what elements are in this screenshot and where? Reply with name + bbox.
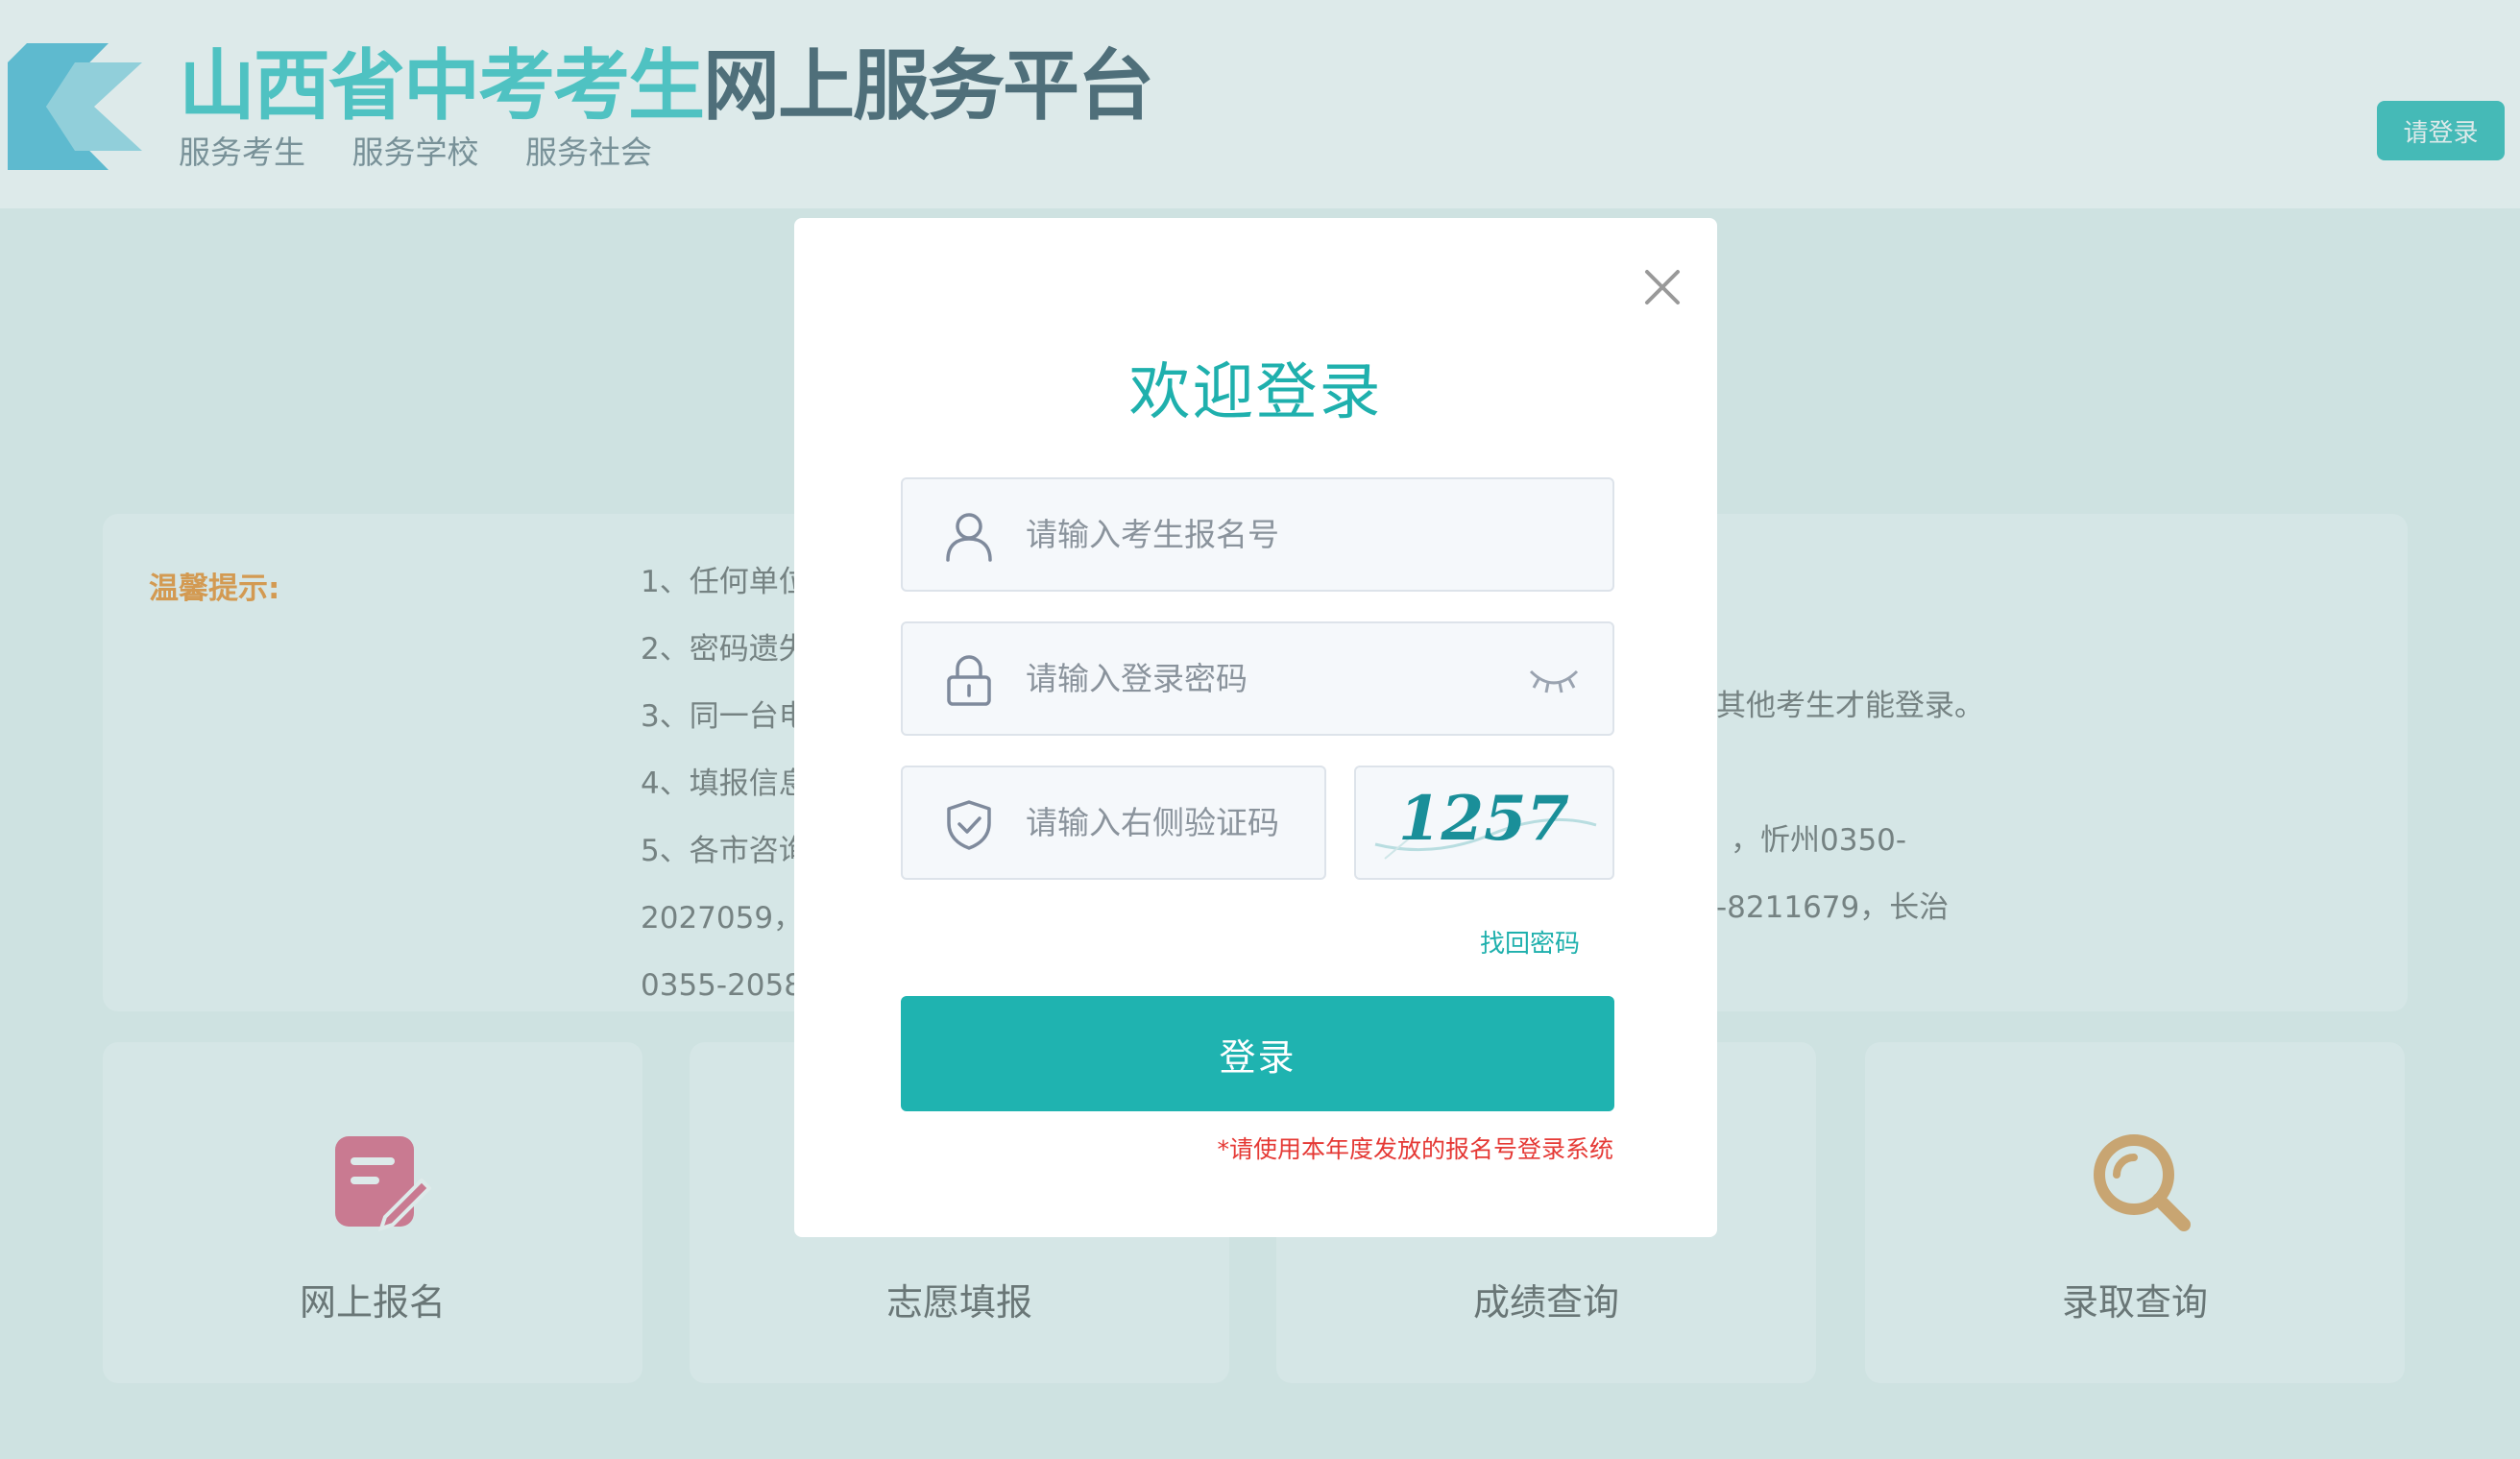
captcha-text: 1257 bbox=[1398, 783, 1569, 855]
captcha-graphic: 1257 bbox=[1374, 783, 1597, 860]
login-button[interactable]: 登录 bbox=[901, 996, 1614, 1111]
close-icon[interactable] bbox=[1632, 256, 1693, 318]
captcha-image[interactable]: 1257 bbox=[1354, 766, 1614, 880]
password-field bbox=[901, 621, 1614, 736]
login-hint: *请使用本年度发放的报名号登录系统 bbox=[1217, 1135, 1613, 1163]
captcha-input[interactable] bbox=[1026, 767, 1314, 878]
forgot-password-link[interactable]: 找回密码 bbox=[1480, 924, 1580, 960]
user-icon bbox=[946, 513, 992, 562]
eye-closed-icon[interactable] bbox=[1527, 662, 1581, 698]
username-field bbox=[901, 477, 1614, 592]
password-input[interactable] bbox=[1026, 623, 1506, 734]
modal-title: 欢迎登录 bbox=[1128, 357, 1383, 428]
username-input[interactable] bbox=[1026, 479, 1506, 590]
login-modal: 欢迎登录 1257 bbox=[794, 218, 1717, 1237]
lock-icon bbox=[947, 655, 991, 706]
captcha-field bbox=[901, 766, 1326, 880]
shield-check-icon bbox=[947, 800, 991, 850]
